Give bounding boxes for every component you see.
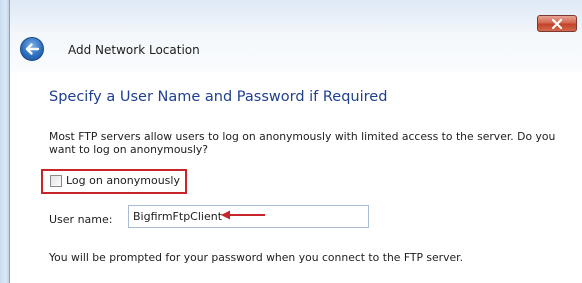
- page-heading: Specify a User Name and Password if Requ…: [49, 89, 388, 105]
- close-icon: [551, 18, 563, 29]
- anonymous-checkbox[interactable]: [50, 175, 62, 187]
- username-label: User name:: [49, 213, 113, 226]
- close-button[interactable]: [537, 15, 577, 32]
- back-arrow-icon: [25, 43, 40, 55]
- window-title: Add Network Location: [68, 43, 200, 57]
- password-prompt-note: You will be prompted for your password w…: [49, 251, 464, 264]
- back-button[interactable]: [20, 37, 44, 61]
- title-bar: [10, 0, 582, 32]
- add-network-location-dialog: Add Network Location Specify a User Name…: [0, 0, 582, 283]
- username-value[interactable]: BigfirmFtpClient: [133, 210, 222, 223]
- anonymous-checkbox-label[interactable]: Log on anonymously: [66, 174, 180, 187]
- anonymous-description: Most FTP servers allow users to log on a…: [49, 130, 556, 156]
- annotation-arrow-icon: [221, 210, 265, 220]
